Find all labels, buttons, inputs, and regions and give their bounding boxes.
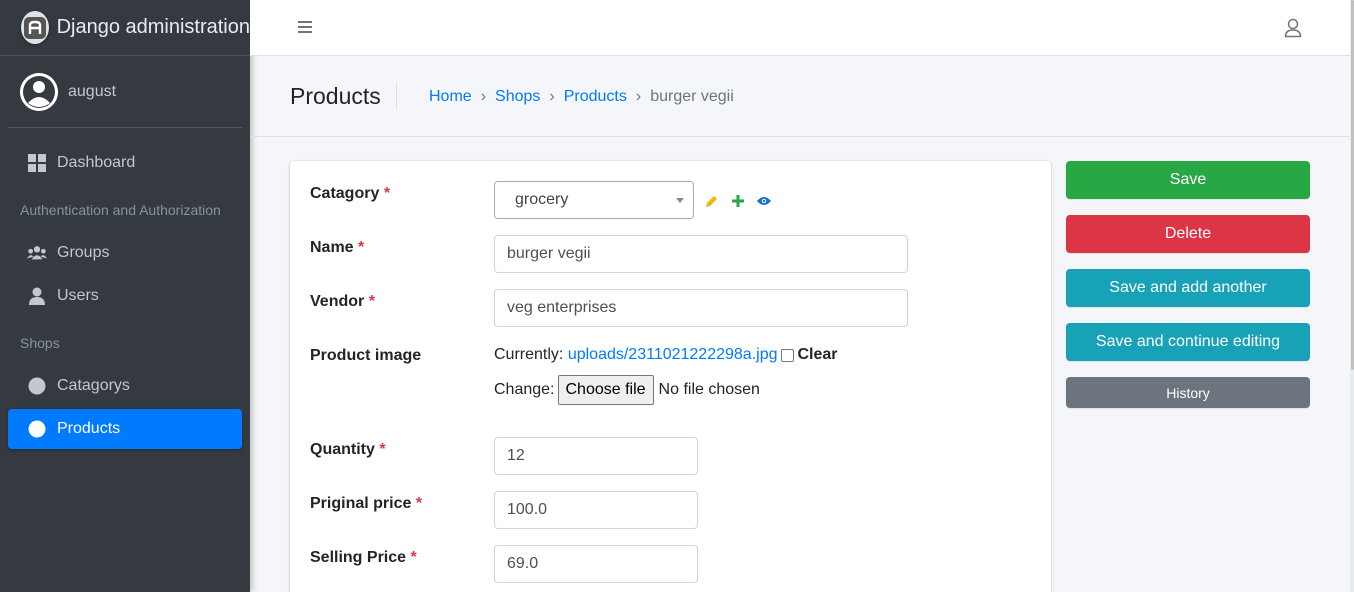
breadcrumb-current: burger vegii (650, 88, 734, 105)
sidebar-item-label: Catagorys (57, 377, 130, 394)
users-group-icon (27, 243, 47, 263)
vendor-label: Vendor * (310, 293, 375, 310)
view-eye-icon[interactable] (757, 194, 771, 208)
user-icon (27, 286, 47, 306)
breadcrumb-separator: › (480, 88, 487, 105)
current-file-row: Currently: uploads/2311021222298a.jpg Cl… (494, 346, 838, 364)
brand-title: Django administration (56, 16, 250, 38)
save-and-continue-button[interactable]: Save and continue editing (1066, 323, 1310, 361)
vendor-field[interactable]: veg enterprises (494, 289, 908, 327)
user-panel[interactable]: august (8, 56, 242, 128)
sidebar-nav: Dashboard Authentication and Authorizati… (0, 143, 250, 449)
user-name: august (68, 82, 117, 100)
catagory-label: Catagory * (310, 185, 391, 202)
currently-label: Currently: (494, 346, 564, 363)
sidebar-item-label: Groups (57, 244, 110, 261)
avatar-icon (20, 72, 58, 111)
quantity-field[interactable]: 12 (494, 437, 698, 475)
history-button[interactable]: History (1066, 377, 1310, 408)
chevron-down-icon (676, 198, 684, 203)
brand-link[interactable]: Django administration (0, 0, 250, 56)
hamburger-menu-icon[interactable] (297, 19, 313, 35)
add-plus-icon[interactable] (731, 194, 745, 208)
save-button[interactable]: Save (1066, 161, 1310, 199)
clear-checkbox[interactable] (780, 348, 794, 362)
sidebar: Django administration august Dashboard A… (0, 0, 250, 592)
top-navbar (250, 0, 1354, 56)
user-menu-icon[interactable] (1284, 18, 1302, 38)
sidebar-item-products[interactable]: Products (8, 409, 242, 449)
breadcrumb: Home › Shops › Products › burger vegii (429, 88, 734, 106)
breadcrumb-separator: › (549, 88, 555, 105)
nav-header-shops: Shops (20, 335, 60, 351)
sidebar-item-label: Products (57, 420, 121, 437)
current-file-link[interactable]: uploads/2311021222298a.jpg (568, 346, 778, 364)
breadcrumb-home[interactable]: Home (429, 88, 472, 106)
change-label: Change: (494, 381, 555, 398)
header-divider (396, 82, 397, 110)
selling-price-field[interactable]: 69.0 (494, 545, 698, 583)
sidebar-item-dashboard[interactable]: Dashboard (8, 143, 242, 183)
name-field[interactable]: burger vegii (494, 235, 908, 273)
catagory-select-value: grocery (515, 191, 569, 208)
delete-button[interactable]: Delete (1066, 215, 1310, 253)
circle-icon (27, 419, 47, 439)
sidebar-item-groups[interactable]: Groups (8, 233, 242, 273)
page-title: Products (290, 83, 381, 109)
sidebar-item-users[interactable]: Users (8, 276, 242, 316)
name-label: Name * (310, 239, 365, 256)
dashboard-icon (27, 153, 47, 173)
sidebar-item-label: Dashboard (57, 154, 136, 171)
breadcrumb-separator: › (635, 88, 642, 105)
selling-price-label: Selling Price * (310, 549, 417, 566)
product-image-label: Product image (310, 347, 422, 364)
circle-icon (27, 376, 47, 396)
breadcrumb-products[interactable]: Products (564, 88, 627, 106)
django-logo-icon (21, 11, 49, 44)
clear-label: Clear (797, 346, 838, 363)
original-price-field[interactable]: 100.0 (494, 491, 698, 529)
nav-header-auth: Authentication and Authorization (20, 202, 221, 218)
breadcrumb-shops[interactable]: Shops (495, 88, 540, 106)
content-header: Products Home › Shops › Products › burge… (250, 56, 1350, 137)
no-file-text: No file chosen (658, 381, 760, 398)
save-and-add-another-button[interactable]: Save and add another (1066, 269, 1310, 307)
quantity-label: Quantity * (310, 441, 386, 458)
sidebar-item-catagorys[interactable]: Catagorys (8, 366, 242, 406)
original-price-label: Priginal price * (310, 495, 423, 512)
edit-pencil-icon[interactable] (704, 194, 718, 208)
catagory-select[interactable]: grocery (494, 181, 694, 219)
change-file-row: Change: Choose file No file chosen (494, 375, 760, 405)
sidebar-item-label: Users (57, 287, 99, 304)
choose-file-button[interactable]: Choose file (557, 375, 654, 405)
product-form: Catagory * grocery Name * burger vegii V… (290, 161, 1051, 592)
